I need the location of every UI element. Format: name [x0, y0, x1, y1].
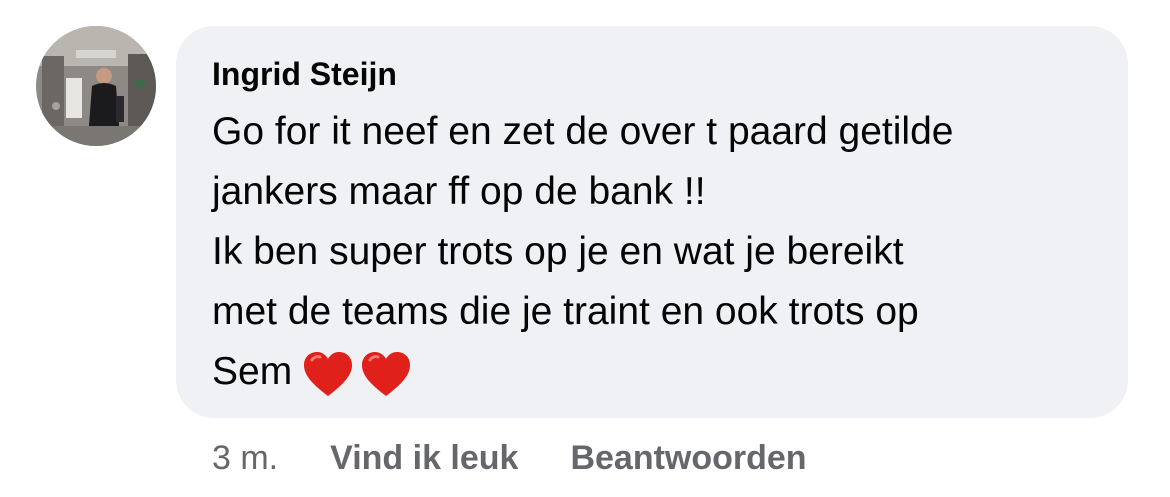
timestamp[interactable]: 3 m.: [212, 439, 278, 478]
comment-line: Sem: [212, 350, 293, 393]
comment-line: Go for it neef en zet de over t paard ge…: [212, 110, 954, 153]
avatar[interactable]: [36, 26, 156, 146]
comment-line: Ik ben super trots op je en wat je berei…: [212, 230, 904, 273]
comment-line: met de teams die je traint en ook trots …: [212, 290, 919, 333]
comment-actions: 3 m. Vind ik leuk Beantwoorden: [212, 434, 859, 482]
comment-bubble: Ingrid Steijn Go for it neef en zet de o…: [176, 26, 1128, 418]
red-heart-icon: [362, 352, 411, 397]
comment: Ingrid Steijn Go for it neef en zet de o…: [0, 0, 1170, 497]
comment-line-last: Sem: [212, 342, 1092, 404]
emoji-group: [302, 344, 418, 404]
reply-button[interactable]: Beantwoorden: [570, 439, 806, 478]
profile-photo-icon: [36, 26, 156, 146]
comment-line: jankers maar ff op de bank !!: [212, 170, 706, 213]
comment-text: Go for it neef en zet de over t paard ge…: [212, 102, 1092, 404]
like-button[interactable]: Vind ik leuk: [330, 439, 518, 478]
author-name[interactable]: Ingrid Steijn: [212, 52, 1092, 96]
red-heart-icon: [304, 352, 353, 397]
